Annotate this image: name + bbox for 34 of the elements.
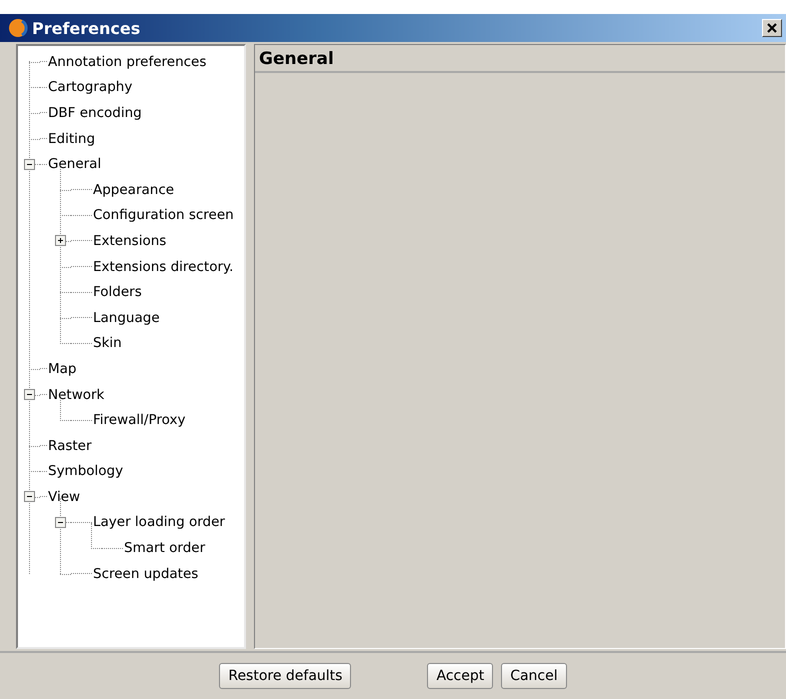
window-title: Preferences xyxy=(32,18,142,38)
tree-item[interactable]: Configuration screen xyxy=(92,207,235,224)
expand-icon[interactable] xyxy=(54,235,66,246)
tree-item[interactable]: Network xyxy=(47,386,106,403)
panel-title: General xyxy=(255,45,785,73)
tree-item[interactable]: Smart order xyxy=(123,540,206,556)
tree-item[interactable]: Language xyxy=(92,310,161,326)
tree-item[interactable]: Symbology xyxy=(47,463,124,480)
collapse-icon[interactable] xyxy=(24,389,34,400)
tree-item[interactable]: Appearance xyxy=(92,182,176,198)
collapse-icon[interactable] xyxy=(54,516,66,528)
tree-item[interactable]: Folders xyxy=(92,284,143,300)
tree-item[interactable]: Firewall/Proxy xyxy=(92,412,186,428)
tree-item[interactable]: Map xyxy=(47,360,78,377)
tree-item[interactable]: Skin xyxy=(92,335,123,352)
tree-item[interactable]: Layer loading order xyxy=(92,514,226,530)
tree-item[interactable]: Editing xyxy=(47,130,96,147)
cancel-button[interactable]: Cancel xyxy=(501,663,567,689)
close-button[interactable] xyxy=(762,19,782,37)
tree-item[interactable]: Annotation preferences xyxy=(47,54,208,70)
tree-item[interactable]: Cartography xyxy=(47,79,134,96)
tree-item[interactable]: Raster xyxy=(47,438,93,454)
accept-button[interactable]: Accept xyxy=(427,663,494,689)
restore-defaults-button[interactable]: Restore defaults xyxy=(219,663,352,689)
close-icon xyxy=(766,22,778,34)
tree-item[interactable]: Extensions directory. xyxy=(92,258,234,275)
tree-item[interactable]: General xyxy=(47,156,102,172)
tree-item[interactable]: Extensions xyxy=(92,232,168,249)
tree-item[interactable]: DBF encoding xyxy=(47,104,143,121)
collapse-icon[interactable] xyxy=(24,158,34,170)
collapse-icon[interactable] xyxy=(24,491,34,502)
tree-item[interactable]: View xyxy=(47,488,82,505)
app-logo-icon xyxy=(8,18,28,38)
tree-item[interactable]: Screen updates xyxy=(92,566,200,582)
